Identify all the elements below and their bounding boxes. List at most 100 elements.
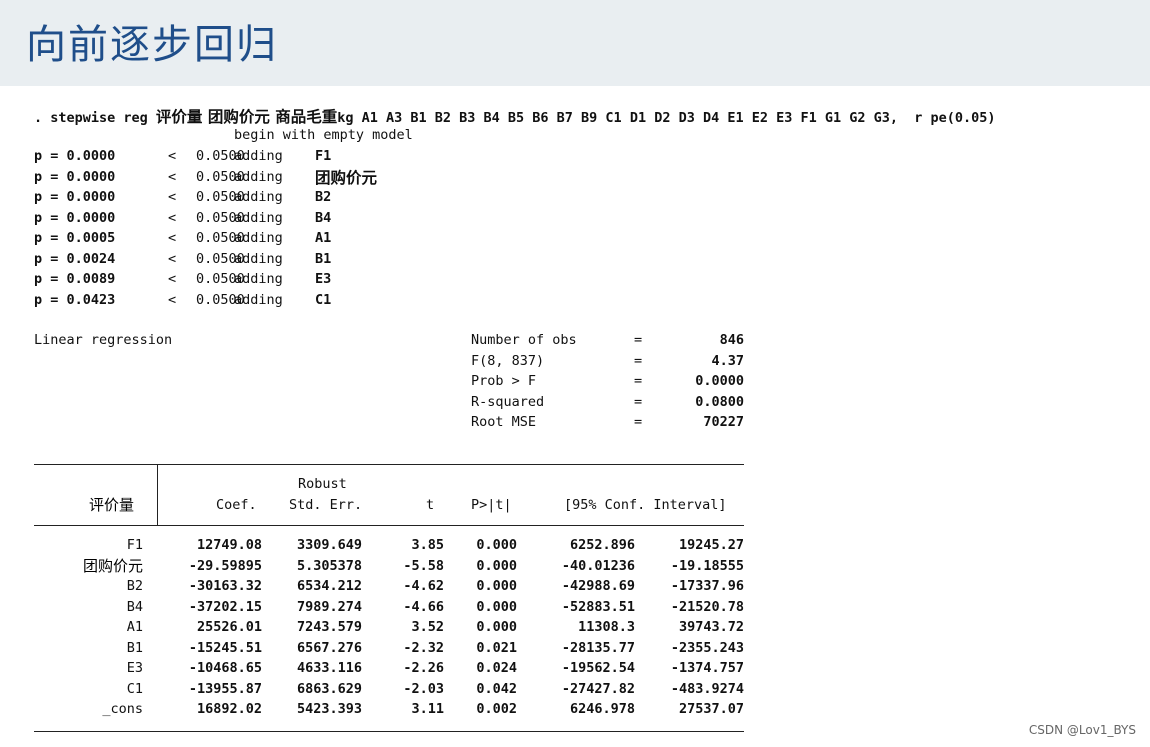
cell-p: 0.021 <box>476 639 517 656</box>
step-p: p = 0.0000 <box>34 189 116 205</box>
command-line: . stepwise reg 评价量 团购价元 商品毛重kg A1 A3 B1 … <box>34 105 996 127</box>
title-bar: 向前逐步回归 <box>0 0 1150 86</box>
stat-value: 4.37 <box>711 352 744 369</box>
step-action: adding <box>234 250 283 267</box>
stat-value: 70227 <box>703 414 744 430</box>
step-var: B1 <box>315 250 332 267</box>
step-action: adding <box>234 168 283 185</box>
cell-t: -4.62 <box>403 578 444 594</box>
cell-se: 7989.274 <box>296 598 362 615</box>
cell-t: 3.52 <box>411 619 444 635</box>
cell-p: 0.002 <box>476 701 517 717</box>
table-column-divider <box>157 464 158 525</box>
cell-p: 0.042 <box>476 680 517 697</box>
cell-t: -2.26 <box>403 660 444 676</box>
cell-se: 3309.649 <box>296 537 362 553</box>
cell-hi: 27537.07 <box>678 701 744 717</box>
stat-row: Prob > F = 0.0000 <box>471 373 751 393</box>
step-var: C1 <box>315 291 332 308</box>
stat-value: 846 <box>719 332 744 348</box>
stat-label: Prob > F <box>471 373 537 389</box>
stat-row: R-squared = 0.0800 <box>471 394 751 414</box>
cell-se: 6567.276 <box>296 639 362 656</box>
cell-p: 0.024 <box>476 660 517 676</box>
step-lt: < <box>168 230 177 246</box>
step-var: 团购价元 <box>315 168 378 187</box>
cell-t: -2.32 <box>403 639 444 656</box>
cell-p: 0.000 <box>476 537 517 553</box>
cell-hi: -1374.757 <box>670 660 744 676</box>
cell-coef: -37202.15 <box>188 598 262 615</box>
stat-label: Number of obs <box>471 332 577 348</box>
cell-hi: -19.18555 <box>670 557 744 574</box>
command-suffix: kg A1 A3 B1 B2 B3 B4 B5 B6 B7 B9 C1 D1 D… <box>337 110 996 126</box>
cell-p: 0.000 <box>476 619 517 635</box>
header-se: Std. Err. <box>289 497 363 513</box>
step-p: p = 0.0089 <box>34 271 116 287</box>
cell-t: -2.03 <box>403 680 444 697</box>
cell-lo: 6246.978 <box>569 701 635 717</box>
stat-equals: = <box>634 414 643 430</box>
cell-lo: -40.01236 <box>561 557 635 574</box>
cell-t: 3.85 <box>411 537 444 553</box>
cell-p: 0.000 <box>476 578 517 594</box>
stat-label: R-squared <box>471 393 545 410</box>
step-p: p = 0.0005 <box>34 230 116 246</box>
cell-p: 0.000 <box>476 598 517 615</box>
cell-coef: -13955.87 <box>188 680 262 697</box>
header-t: t <box>426 497 435 513</box>
step-action: adding <box>234 271 283 287</box>
cell-lo: 11308.3 <box>578 619 635 635</box>
stat-row: F(8, 837) = 4.37 <box>471 353 751 373</box>
table-bottom-rule <box>34 731 744 732</box>
command-cjk-vars: 评价量 团购价元 商品毛重 <box>155 108 338 126</box>
step-action: adding <box>234 209 283 226</box>
stat-label: F(8, 837) <box>471 352 545 369</box>
cell-coef: 12749.08 <box>196 537 262 553</box>
cell-lo: -27427.82 <box>561 680 635 697</box>
row-variable: _cons <box>102 701 143 717</box>
step-lt: < <box>168 271 177 287</box>
stat-row: Number of obs = 846 <box>471 332 751 352</box>
row-variable: F1 <box>126 537 143 553</box>
cell-hi: -21520.78 <box>670 598 744 615</box>
cell-lo: 6252.896 <box>569 537 635 553</box>
cell-hi: 39743.72 <box>678 619 744 635</box>
row-variable: A1 <box>126 619 143 635</box>
step-lt: < <box>168 209 177 226</box>
begin-text: begin with empty model <box>234 127 413 143</box>
header-ci: [95% Conf. Interval] <box>564 497 727 513</box>
watermark: CSDN @Lov1_BYS <box>1028 723 1136 737</box>
cell-se: 5423.393 <box>296 701 362 717</box>
stat-label: Root MSE <box>471 414 537 430</box>
step-lt: < <box>168 168 177 185</box>
row-variable: C1 <box>126 680 143 697</box>
step-lt: < <box>168 291 177 308</box>
cell-hi: 19245.27 <box>678 537 744 553</box>
step-p: p = 0.0024 <box>34 250 116 267</box>
header-coef: Coef. <box>216 497 257 513</box>
step-var: E3 <box>315 271 332 287</box>
step-p: p = 0.0000 <box>34 148 116 164</box>
model-label: Linear regression <box>34 332 173 348</box>
step-lt: < <box>168 189 177 205</box>
step-var: F1 <box>315 148 332 164</box>
cell-t: 3.11 <box>411 701 444 717</box>
stat-value: 0.0000 <box>695 373 744 389</box>
table-top-rule <box>34 464 744 465</box>
cell-se: 6863.629 <box>296 680 362 697</box>
cell-coef: 25526.01 <box>196 619 262 635</box>
table-header-rule <box>34 525 744 526</box>
cell-se: 4633.116 <box>296 660 362 676</box>
step-action: adding <box>234 291 283 308</box>
step-action: adding <box>234 148 283 164</box>
stat-equals: = <box>634 332 643 348</box>
stat-value: 0.0800 <box>695 393 744 410</box>
command-prefix: . stepwise reg <box>34 110 156 126</box>
cell-lo: -19562.54 <box>561 660 635 676</box>
robust-label: Robust <box>298 476 347 492</box>
cell-hi: -483.9274 <box>670 680 744 697</box>
cell-hi: -17337.96 <box>670 578 744 594</box>
step-action: adding <box>234 189 283 205</box>
stat-equals: = <box>634 352 643 369</box>
